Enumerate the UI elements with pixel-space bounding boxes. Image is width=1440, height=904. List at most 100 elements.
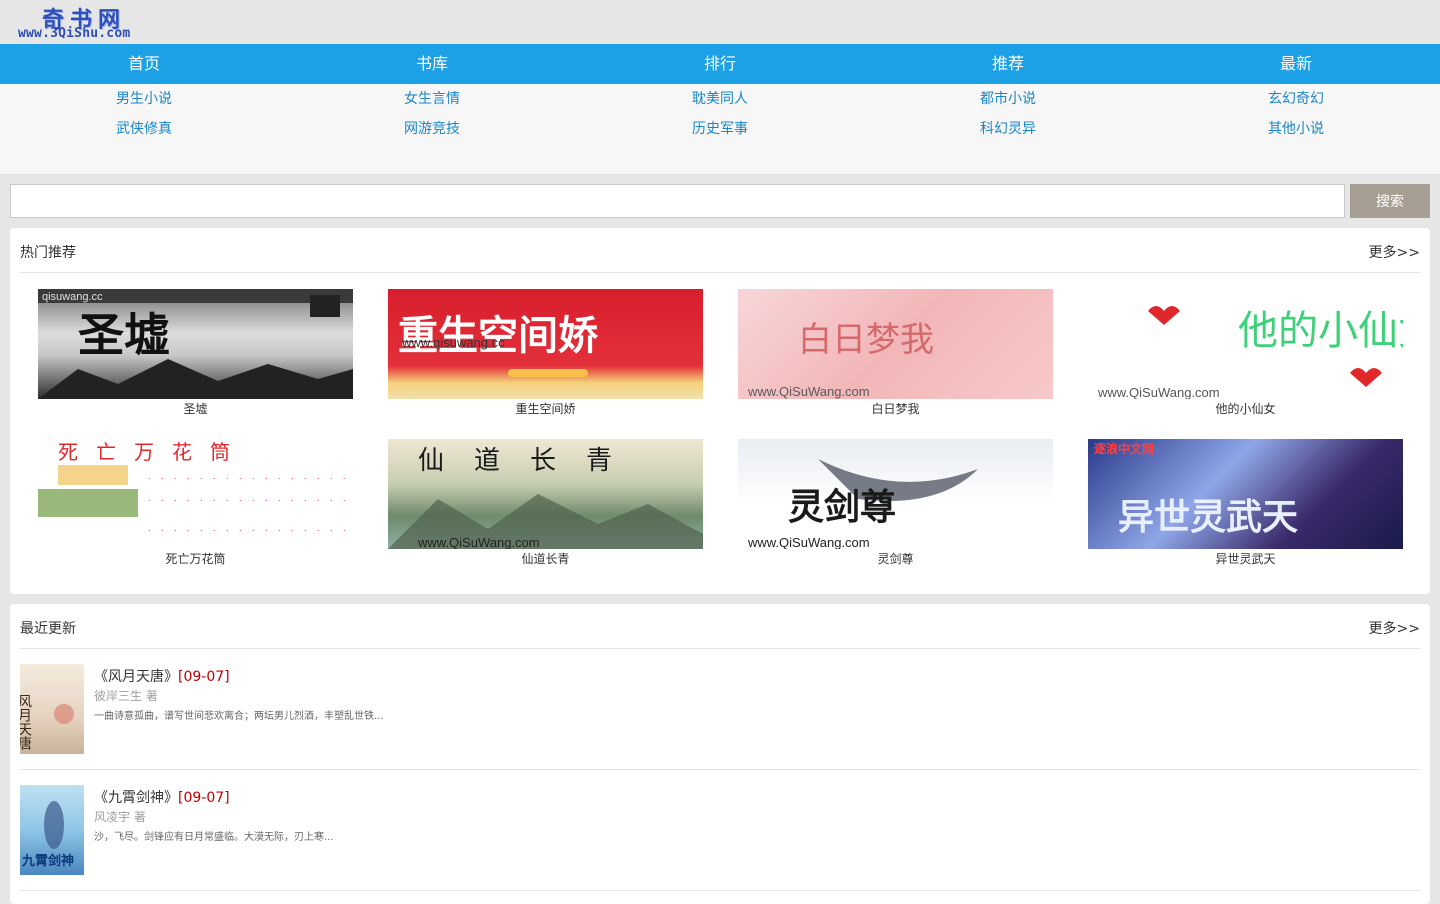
category-row: 男生小说 女生言情 耽美同人 都市小说 玄幻奇幻 <box>0 88 1440 118</box>
category-row: 武侠修真 网游竞技 历史军事 科幻灵异 其他小说 <box>0 118 1440 148</box>
svg-text:. . . . . . . . . . . . . . .: . . . . . . . . . . . . . . . . . . . <box>148 471 353 481</box>
book-card[interactable]: 白日梦我 www.QiSuWang.com 白日梦我 <box>738 289 1053 418</box>
main-nav: 首页 书库 排行 推荐 最新 <box>0 44 1440 84</box>
more-link[interactable]: 更多>> <box>1369 618 1420 638</box>
category-link[interactable]: 其他小说 <box>1152 118 1440 148</box>
more-link[interactable]: 更多>> <box>1369 242 1420 262</box>
cover-title-text: 他的小仙女 <box>1238 308 1403 354</box>
cover-art: 仙道长青 www.QiSuWang.com <box>388 446 703 549</box>
book-cover[interactable]: 白日梦我 www.QiSuWang.com <box>738 289 1053 399</box>
book-thumbnail[interactable]: 风月天唐 <box>20 664 84 754</box>
search-input[interactable] <box>10 184 1345 218</box>
category-link[interactable]: 科幻灵异 <box>864 118 1152 148</box>
book-cover[interactable]: 逐浪中文网 异世灵武天 <box>1088 439 1403 549</box>
cover-title-text: 死亡万花筒 <box>58 440 248 464</box>
cover-title-text: 异世灵武天 <box>1118 496 1298 538</box>
book-cover[interactable]: 重生空间娇 www.qisuwang.cc <box>388 289 703 399</box>
item-author: 风凌宇 著 <box>94 810 146 824</box>
item-title[interactable]: 《九霄剑神》 <box>94 790 178 806</box>
thumb-text: 九霄剑神 <box>21 853 74 869</box>
nav-recommend[interactable]: 推荐 <box>864 44 1152 84</box>
search-bar: 搜索 <box>10 184 1430 218</box>
cover-art: 死亡万花筒 . . . . . . . . . . . . . . . . . … <box>38 440 353 533</box>
book-title[interactable]: 仙道长青 <box>388 550 703 568</box>
category-link[interactable]: 男生小说 <box>0 88 288 118</box>
book-card[interactable]: 重生空间娇 www.qisuwang.cc 重生空间娇 <box>388 289 703 418</box>
logo-url: www.3QiShu.com <box>18 26 131 41</box>
book-title[interactable]: 白日梦我 <box>738 400 1053 418</box>
book-title[interactable]: 死亡万花筒 <box>38 550 353 568</box>
cover-overlay-text: qisuwang.cc <box>42 291 103 303</box>
item-title-line[interactable]: 《风月天唐》[09-07] <box>94 666 230 686</box>
cover-overlay-text: 逐浪中文网 <box>1094 441 1154 456</box>
book-card[interactable]: 仙道长青 www.QiSuWang.com 仙道长青 <box>388 439 703 568</box>
cover-overlay-text: www.QiSuWang.com <box>747 535 870 549</box>
book-cover[interactable]: qisuwang.cc 圣墟 <box>38 289 353 399</box>
book-card[interactable]: 逐浪中文网 异世灵武天 异世灵武天 <box>1088 439 1403 568</box>
book-cover[interactable]: 灵剑尊 www.QiSuWang.com <box>738 439 1053 549</box>
svg-text:. . . . . . . . . . . . . . .: . . . . . . . . . . . . . . . . . . . <box>148 493 353 503</box>
book-card[interactable]: 灵剑尊 www.QiSuWang.com 灵剑尊 <box>738 439 1053 568</box>
book-cover[interactable]: 仙道长青 www.QiSuWang.com <box>388 439 703 549</box>
thumb-art: 风月天唐 <box>20 694 74 750</box>
category-link[interactable]: 玄幻奇幻 <box>1152 88 1440 118</box>
item-description: 沙，飞尽。剑锋应有日月常盛临。大漠无际，刃上寒... <box>94 832 334 843</box>
thumb-text: 风月天唐 <box>20 694 32 750</box>
book-title[interactable]: 重生空间娇 <box>388 400 703 418</box>
item-title[interactable]: 《风月天唐》 <box>94 669 178 685</box>
book-title[interactable]: 灵剑尊 <box>738 550 1053 568</box>
nav-library[interactable]: 书库 <box>288 44 576 84</box>
category-link[interactable]: 网游竞技 <box>288 118 576 148</box>
search-button[interactable]: 搜索 <box>1350 184 1430 218</box>
list-item: 九霄剑神 《九霄剑神》[09-07] 风凌宇 著 沙，飞尽。剑锋应有日月常盛临。… <box>20 770 1420 891</box>
book-card[interactable]: 他的小仙女 www.QiSuWang.com 他的小仙女 <box>1088 289 1403 418</box>
cover-art: 重生空间娇 www.qisuwang.cc <box>398 312 599 377</box>
book-thumbnail[interactable]: 九霄剑神 <box>20 785 84 875</box>
svg-text:. . . . . . . . . . . . . . .: . . . . . . . . . . . . . . . . . . . <box>148 523 353 533</box>
book-title[interactable]: 圣墟 <box>38 400 353 418</box>
item-title-line[interactable]: 《九霄剑神》[09-07] <box>94 787 230 807</box>
cover-title-text: 灵剑尊 <box>788 486 896 528</box>
hot-recommend-panel: 热门推荐 更多>> qisuwang.cc 圣墟 圣墟 重生空间娇 www.qi… <box>10 228 1430 594</box>
category-menu: 男生小说 女生言情 耽美同人 都市小说 玄幻奇幻 武侠修真 网游竞技 历史军事 … <box>0 84 1440 174</box>
panel-title: 热门推荐 <box>20 245 76 261</box>
cover-art: 逐浪中文网 异世灵武天 <box>1094 441 1298 538</box>
cover-overlay-text: www.qisuwang.cc <box>401 335 505 350</box>
item-author: 彼岸三生 著 <box>94 689 158 703</box>
nav-latest[interactable]: 最新 <box>1152 44 1440 84</box>
cover-title-text: 仙道长青 <box>418 446 642 476</box>
cover-overlay-text: www.QiSuWang.com <box>417 535 540 549</box>
cover-art: 他的小仙女 www.QiSuWang.com <box>1097 306 1403 399</box>
recent-updates-panel: 最近更新 更多>> 风月天唐 《风月天唐》[09-07] 彼岸三生 著 一曲诗意… <box>10 604 1430 904</box>
panel-title: 最近更新 <box>20 621 76 637</box>
cover-art: 灵剑尊 www.QiSuWang.com <box>747 459 978 549</box>
nav-home[interactable]: 首页 <box>0 44 288 84</box>
category-link[interactable]: 都市小说 <box>864 88 1152 118</box>
cover-art: 白日梦我 www.QiSuWang.com <box>747 320 934 399</box>
book-title[interactable]: 他的小仙女 <box>1088 400 1403 418</box>
category-link[interactable]: 女生言情 <box>288 88 576 118</box>
book-card[interactable]: qisuwang.cc 圣墟 圣墟 <box>38 289 353 418</box>
site-logo[interactable]: 奇书网 www.3QiShu.com <box>18 2 168 42</box>
header: 奇书网 www.3QiShu.com <box>0 0 1440 44</box>
nav-ranking[interactable]: 排行 <box>576 44 864 84</box>
book-card[interactable]: 死亡万花筒 . . . . . . . . . . . . . . . . . … <box>38 439 353 568</box>
book-cover[interactable]: 他的小仙女 www.QiSuWang.com <box>1088 289 1403 399</box>
book-title[interactable]: 异世灵武天 <box>1088 550 1403 568</box>
cover-overlay-text: www.QiSuWang.com <box>1097 385 1220 399</box>
panel-header: 热门推荐 更多>> <box>20 228 1420 273</box>
item-description: 一曲诗意孤曲，谱写世间悲欢离合；两坛男儿烈酒，丰塑乱世铁... <box>94 711 384 722</box>
cover-overlay-text: www.QiSuWang.com <box>747 384 870 399</box>
item-date: [09-07] <box>178 790 230 806</box>
category-link[interactable]: 耽美同人 <box>576 88 864 118</box>
cover-title-text: 白日梦我 <box>798 320 934 360</box>
panel-header: 最近更新 更多>> <box>20 604 1420 649</box>
item-date: [09-07] <box>178 669 230 685</box>
cover-title-text: 圣墟 <box>78 308 170 362</box>
book-cover[interactable]: 死亡万花筒 . . . . . . . . . . . . . . . . . … <box>38 439 353 549</box>
category-link[interactable]: 历史军事 <box>576 118 864 148</box>
cover-art: qisuwang.cc 圣墟 <box>38 289 353 399</box>
category-link[interactable]: 武侠修真 <box>0 118 288 148</box>
list-item: 风月天唐 《风月天唐》[09-07] 彼岸三生 著 一曲诗意孤曲，谱写世间悲欢离… <box>20 649 1420 770</box>
thumb-art: 九霄剑神 <box>21 801 74 869</box>
